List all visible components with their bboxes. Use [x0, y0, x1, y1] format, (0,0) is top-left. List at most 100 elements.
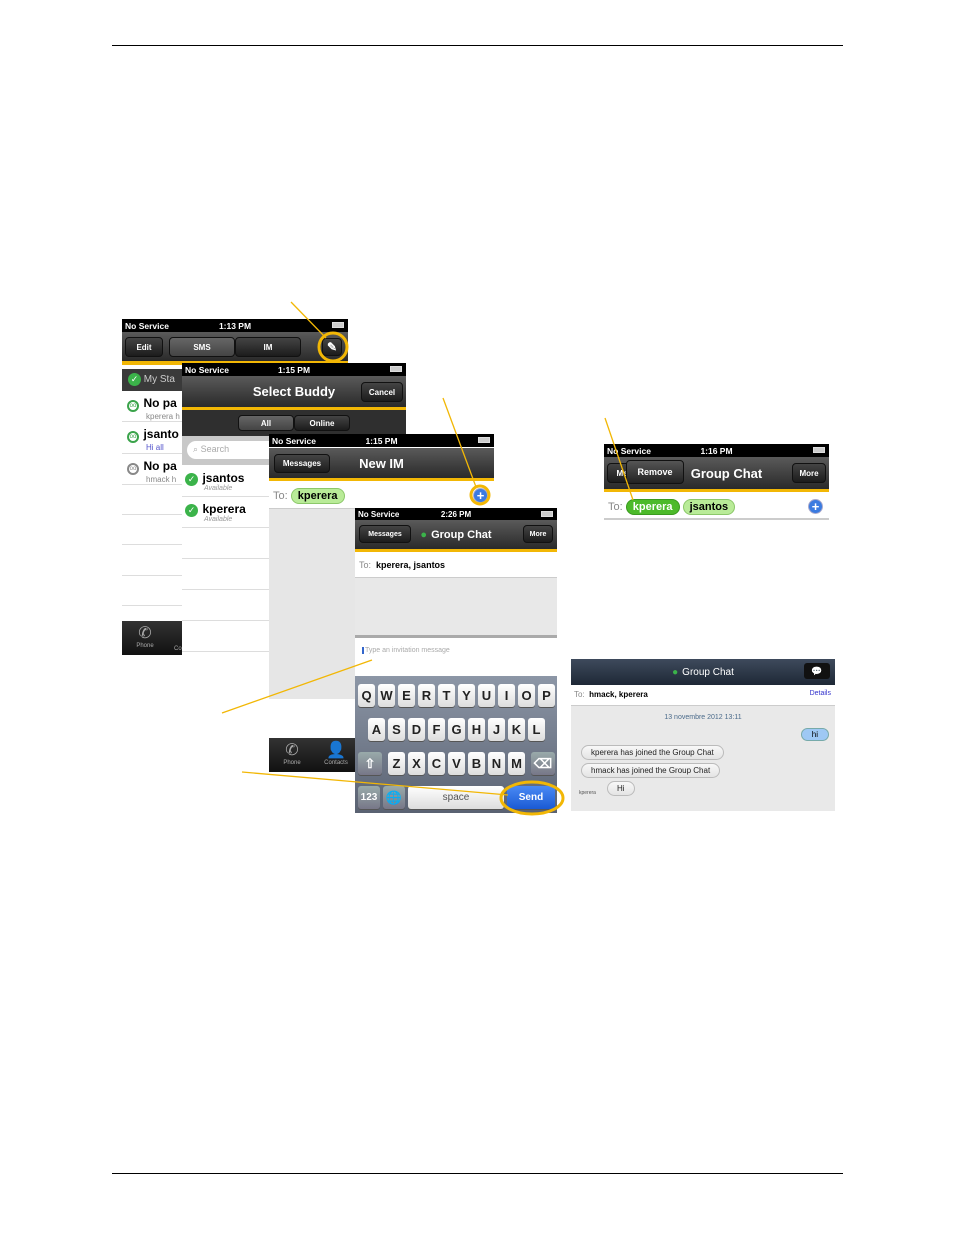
key-v[interactable]: V — [448, 752, 465, 775]
key-z[interactable]: Z — [388, 752, 405, 775]
add-recipient-icon[interactable]: + — [473, 488, 488, 503]
globe-icon[interactable]: 🌐 — [383, 786, 405, 809]
key-e[interactable]: E — [398, 684, 415, 707]
tab-phone[interactable]: ✆ Phone — [277, 740, 307, 766]
screen-group-chat-conversation: ● Group Chat 💬 To: hmack, kperera Details… — [571, 659, 835, 811]
buddy-icon: oo — [127, 463, 139, 475]
nav-bar: ● Group Chat 💬 — [571, 659, 835, 685]
back-button[interactable]: Messages — [274, 454, 330, 473]
numbers-key[interactable]: 123 — [358, 786, 380, 809]
header-rule — [112, 45, 843, 46]
more-button[interactable]: More — [523, 525, 553, 543]
screen-group-chat-invite: No Service 2:26 PM ● Group Chat Messages M… — [355, 508, 557, 813]
group-chat-icon: ● — [672, 666, 679, 678]
key-q[interactable]: Q — [358, 684, 375, 707]
phone-icon: ✆ — [138, 625, 152, 642]
segment-all[interactable]: All — [238, 415, 294, 431]
key-p[interactable]: P — [538, 684, 555, 707]
key-f[interactable]: F — [428, 718, 445, 741]
row-name: No pa — [143, 459, 177, 473]
timestamp: 13 novembre 2012 13:11 — [664, 714, 742, 721]
segment-bar: All Online — [182, 410, 406, 436]
shift-key[interactable]: ⇧ — [358, 752, 382, 775]
key-x[interactable]: X — [408, 752, 425, 775]
message-incoming: Hi — [607, 781, 635, 796]
key-c[interactable]: C — [428, 752, 445, 775]
tab-phone-label: Phone — [283, 760, 301, 766]
key-r[interactable]: R — [418, 684, 435, 707]
space-key[interactable]: space — [408, 786, 504, 809]
nav-bar: New IM Messages — [269, 448, 494, 481]
check-icon: ✓ — [185, 504, 198, 517]
to-field[interactable]: To: kperera — [269, 483, 494, 509]
time: 1:15 PM — [277, 364, 311, 375]
key-u[interactable]: U — [478, 684, 495, 707]
status-bar: No Service 2:26 PM — [355, 508, 557, 520]
tab-bar: ✆ Phone 👤 Contacts — [269, 738, 355, 772]
key-g[interactable]: G — [448, 718, 465, 741]
key-j[interactable]: J — [488, 718, 505, 741]
battery-icon — [541, 511, 553, 517]
to-label: To: — [359, 560, 372, 570]
back-button[interactable]: Messages — [359, 525, 411, 543]
recipient-pill[interactable]: kperera — [290, 488, 345, 504]
to-label: To: — [273, 490, 288, 502]
to-field[interactable]: To: kperera jsantos — [604, 495, 829, 520]
key-b[interactable]: B — [468, 752, 485, 775]
tab-im[interactable]: IM — [235, 337, 301, 357]
chat-bubble-icon[interactable]: 💬 — [804, 663, 830, 679]
tab-contacts-label[interactable]: Co — [174, 646, 182, 652]
key-i[interactable]: I — [498, 684, 515, 707]
more-button[interactable]: More — [792, 463, 826, 483]
key-y[interactable]: Y — [458, 684, 475, 707]
key-o[interactable]: O — [518, 684, 535, 707]
footer-rule — [112, 1173, 843, 1174]
key-l[interactable]: L — [528, 718, 545, 741]
key-m[interactable]: M — [508, 752, 525, 775]
status-bar: No Service 1:15 PM — [182, 363, 406, 376]
status-bar: No Service 1:15 PM — [269, 434, 494, 447]
phone-icon: ✆ — [285, 742, 299, 759]
battery-icon — [478, 437, 490, 443]
edit-button[interactable]: Edit — [125, 337, 163, 357]
key-k[interactable]: K — [508, 718, 525, 741]
add-recipient-icon[interactable]: + — [808, 499, 823, 514]
tab-phone-label: Phone — [136, 643, 154, 649]
remove-popup[interactable]: Remove — [626, 460, 684, 484]
search-placeholder: Search — [200, 444, 230, 454]
tab-phone[interactable]: ✆ Phone — [130, 623, 160, 649]
to-value: hmack, kperera — [589, 690, 648, 699]
compose-icon[interactable]: ✎ — [322, 338, 342, 356]
key-n[interactable]: N — [488, 752, 505, 775]
backspace-key[interactable]: ⌫ — [531, 752, 555, 775]
send-button[interactable]: Send — [507, 786, 555, 809]
battery-icon — [813, 447, 825, 453]
tab-contacts[interactable]: 👤 Contacts — [319, 740, 353, 766]
nav-title: New IM — [359, 455, 404, 471]
key-d[interactable]: D — [408, 718, 425, 741]
invitation-input[interactable]: Type an invitation message — [355, 641, 557, 676]
message-outgoing: hi — [800, 728, 829, 741]
tab-sms[interactable]: SMS — [169, 337, 235, 357]
row-name: kperera — [202, 502, 246, 516]
keyboard: Q W E R T Y U I O P A S D F G H J K L Z X C V B N M ⇧ ⌫ 123 🌐 space Sen… — [355, 676, 557, 813]
time: 1:16 PM — [700, 445, 733, 456]
to-field[interactable]: To: kperera, jsantos — [355, 554, 557, 578]
key-s[interactable]: S — [388, 718, 405, 741]
key-t[interactable]: T — [438, 684, 455, 707]
key-w[interactable]: W — [378, 684, 395, 707]
tab-bar: ✆ Phone Co — [122, 621, 182, 655]
search-icon: ⌕ — [193, 444, 199, 454]
buddy-icon: oo — [127, 431, 139, 443]
to-field[interactable]: To: hmack, kperera Details — [571, 685, 835, 706]
nav-bar: Group Chat Me Remove More — [604, 457, 829, 492]
details-link[interactable]: Details — [810, 690, 831, 697]
nav-title: Select Buddy — [252, 384, 336, 399]
key-h[interactable]: H — [468, 718, 485, 741]
recipient-pill-selected[interactable]: kperera — [625, 499, 680, 515]
segment-online[interactable]: Online — [294, 415, 350, 431]
key-a[interactable]: A — [368, 718, 385, 741]
recipient-pill[interactable]: jsantos — [682, 499, 736, 515]
time: 1:15 PM — [365, 435, 398, 446]
cancel-button[interactable]: Cancel — [361, 382, 403, 402]
